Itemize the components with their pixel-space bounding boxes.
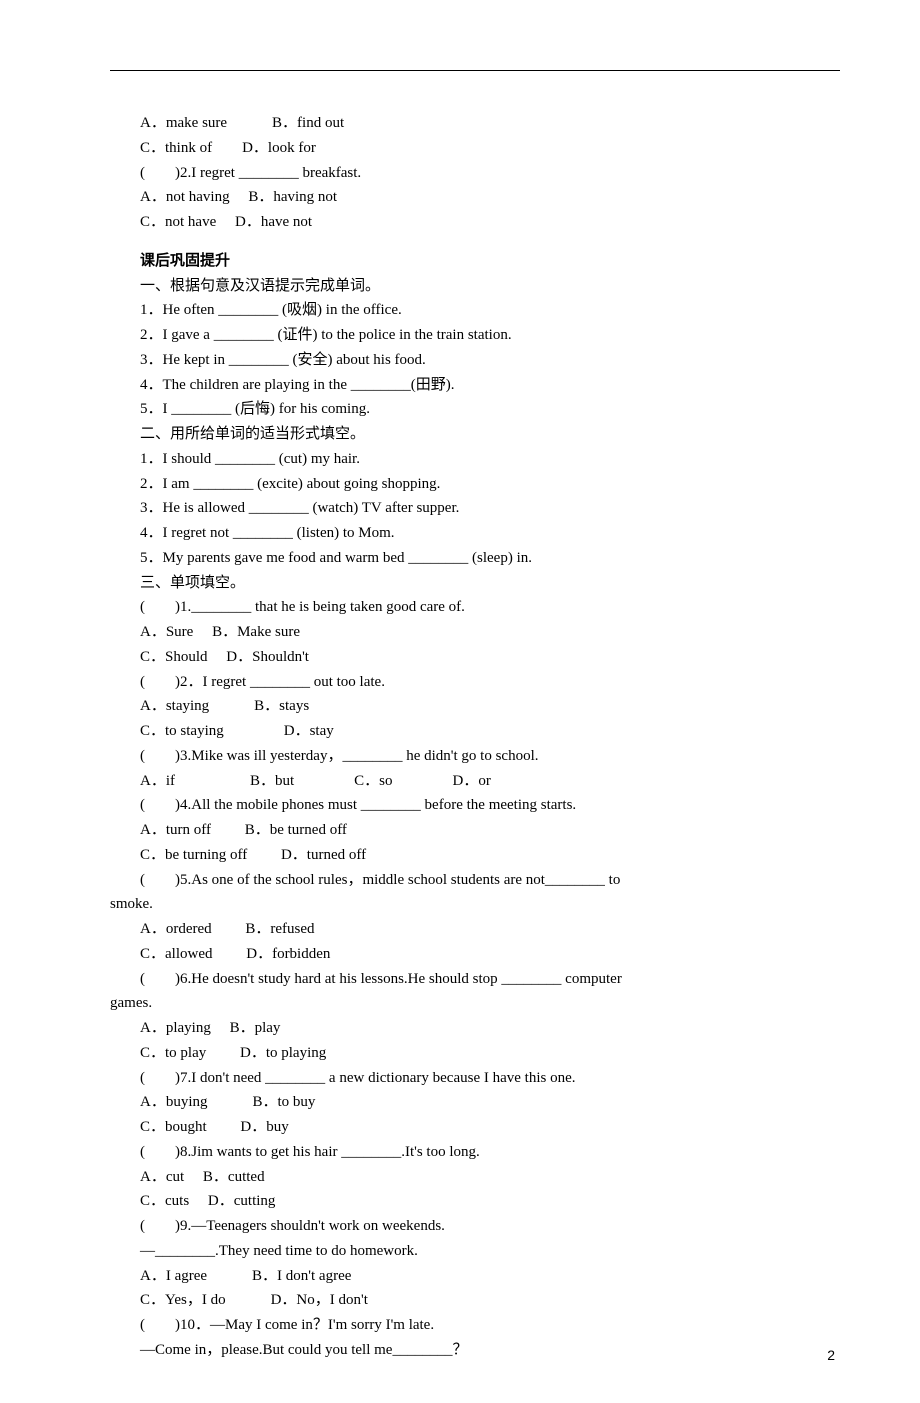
q-top-2-ab: A．not having B．having not <box>110 185 840 210</box>
q-top-2-stem: ( )2.I regret ________ breakfast. <box>110 161 840 186</box>
s3-q10-stem: ( )10．—May I come in？I'm sorry I'm late. <box>110 1313 840 1338</box>
s3-heading: 三、单项填空。 <box>110 571 840 596</box>
s3-q3-stem: ( )3.Mike was ill yesterday，________ he … <box>110 744 840 769</box>
q-top-1-cd: C．think of D．look for <box>110 136 840 161</box>
s1-q2: 2．I gave a ________ (证件) to the police i… <box>110 323 840 348</box>
s3-q3-opts: A．if B．but C．so D．or <box>110 769 840 794</box>
section-title: 课后巩固提升 <box>110 249 840 274</box>
s3-q7-cd: C．bought D．buy <box>110 1115 840 1140</box>
s3-q9-ab: A．I agree B．I don't agree <box>110 1264 840 1289</box>
s2-q2: 2．I am ________ (excite) about going sho… <box>110 472 840 497</box>
s1-q4: 4．The children are playing in the ______… <box>110 373 840 398</box>
s3-q8-cd: C．cuts D．cutting <box>110 1189 840 1214</box>
s3-q6-stem-b: games. <box>110 991 840 1016</box>
s3-q4-stem: ( )4.All the mobile phones must ________… <box>110 793 840 818</box>
s3-q5-ab: A．ordered B．refused <box>110 917 840 942</box>
page-number: 2 <box>827 1344 835 1367</box>
s3-q7-ab: A．buying B．to buy <box>110 1090 840 1115</box>
s3-q4-cd: C．be turning off D．turned off <box>110 843 840 868</box>
s3-q1-ab: A．Sure B．Make sure <box>110 620 840 645</box>
s3-q1-stem: ( )1.________ that he is being taken goo… <box>110 595 840 620</box>
s3-q10-resp: —Come in，please.But could you tell me___… <box>110 1338 840 1363</box>
s3-q6-stem-a: ( )6.He doesn't study hard at his lesson… <box>110 967 840 992</box>
s3-q6-ab: A．playing B．play <box>110 1016 840 1041</box>
s2-q5: 5．My parents gave me food and warm bed _… <box>110 546 840 571</box>
s2-heading: 二、用所给单词的适当形式填空。 <box>110 422 840 447</box>
s3-q5-stem-a: ( )5.As one of the school rules，middle s… <box>110 868 840 893</box>
s1-q3: 3．He kept in ________ (安全) about his foo… <box>110 348 840 373</box>
s2-q1: 1．I should ________ (cut) my hair. <box>110 447 840 472</box>
s3-q9-stem: ( )9.—Teenagers shouldn't work on weeken… <box>110 1214 840 1239</box>
s1-q1: 1．He often ________ (吸烟) in the office. <box>110 298 840 323</box>
s3-q9-cd: C．Yes，I do D．No，I don't <box>110 1288 840 1313</box>
s3-q2-stem: ( )2．I regret ________ out too late. <box>110 670 840 695</box>
s3-q9-resp: —________.They need time to do homework. <box>110 1239 840 1264</box>
s1-q5: 5．I ________ (后悔) for his coming. <box>110 397 840 422</box>
s3-q2-cd: C．to staying D．stay <box>110 719 840 744</box>
s1-heading: 一、根据句意及汉语提示完成单词。 <box>110 274 840 299</box>
s3-q8-ab: A．cut B．cutted <box>110 1165 840 1190</box>
s2-q4: 4．I regret not ________ (listen) to Mom. <box>110 521 840 546</box>
s3-q5-stem-b: smoke. <box>110 892 840 917</box>
s2-q3: 3．He is allowed ________ (watch) TV afte… <box>110 496 840 521</box>
s3-q2-ab: A．staying B．stays <box>110 694 840 719</box>
s3-q4-ab: A．turn off B．be turned off <box>110 818 840 843</box>
q-top-2-cd: C．not have D．have not <box>110 210 840 235</box>
s3-q5-cd: C．allowed D．forbidden <box>110 942 840 967</box>
s3-q6-cd: C．to play D．to playing <box>110 1041 840 1066</box>
s3-q7-stem: ( )7.I don't need ________ a new diction… <box>110 1066 840 1091</box>
q-top-1-ab: A．make sure B．find out <box>110 111 840 136</box>
s3-q8-stem: ( )8.Jim wants to get his hair ________.… <box>110 1140 840 1165</box>
divider-top <box>110 70 840 71</box>
s3-q1-cd: C．Should D．Shouldn't <box>110 645 840 670</box>
